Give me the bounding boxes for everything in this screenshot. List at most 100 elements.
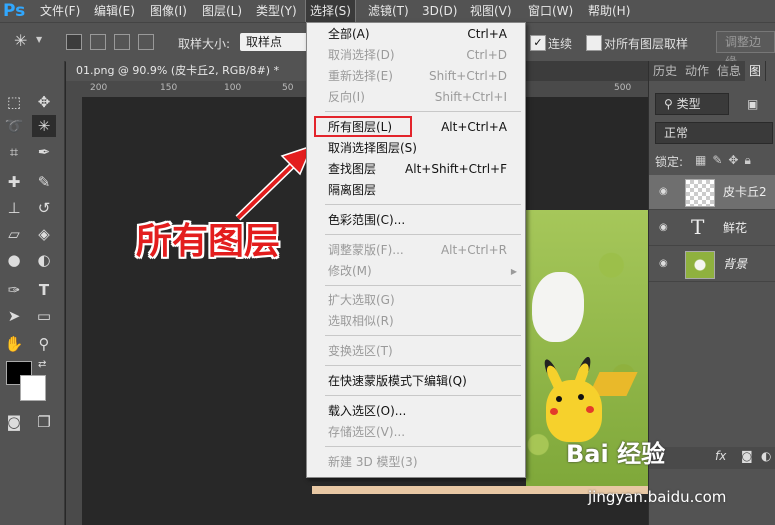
- menu-item-quick-mask[interactable]: 在快速蒙版模式下编辑(Q): [307, 371, 525, 392]
- menu-item-reselect[interactable]: 重新选择(E) Shift+Ctrl+D: [307, 66, 525, 87]
- menu-3d[interactable]: 3D(D): [418, 0, 461, 22]
- paint-bucket-icon[interactable]: ◈: [32, 223, 56, 245]
- fx-button[interactable]: fx: [715, 449, 726, 463]
- menu-item-modify[interactable]: 修改(M) ▶: [307, 261, 525, 282]
- menu-file[interactable]: 文件(F): [36, 0, 84, 22]
- magic-wand-icon[interactable]: ✳: [14, 31, 27, 50]
- blend-mode-select[interactable]: 正常: [655, 122, 773, 144]
- menu-separator: [325, 395, 521, 396]
- text-layer-icon: T: [691, 215, 705, 239]
- history-brush-icon[interactable]: ↺: [32, 197, 56, 219]
- ruler-tick-label: 50: [282, 83, 294, 93]
- hand-icon[interactable]: ✋: [2, 333, 26, 355]
- eyedropper-icon[interactable]: ✒: [32, 141, 56, 163]
- eye-icon[interactable]: ◉: [659, 258, 671, 270]
- document-tab[interactable]: 01.png @ 90.9% (皮卡丘2, RGB/8#) *: [66, 61, 316, 81]
- menu-separator: [325, 204, 521, 205]
- layer-thumbnail: [685, 251, 715, 279]
- menu-help[interactable]: 帮助(H): [584, 0, 634, 22]
- sample-size-select[interactable]: 取样点: [240, 33, 310, 51]
- clone-stamp-icon[interactable]: ⊥: [2, 197, 26, 219]
- menu-window[interactable]: 窗口(W): [524, 0, 577, 22]
- menu-edit[interactable]: 编辑(E): [90, 0, 139, 22]
- swap-colors-icon[interactable]: ⇄: [38, 359, 46, 370]
- menu-select[interactable]: 选择(S): [305, 0, 356, 23]
- menu-filter[interactable]: 滤镜(T): [364, 0, 413, 22]
- tab-info[interactable]: 信息: [713, 61, 747, 81]
- menu-item-find-layers[interactable]: 查找图层 Alt+Shift+Ctrl+F: [307, 159, 525, 180]
- brush-icon[interactable]: ✎: [32, 171, 56, 193]
- menu-layer[interactable]: 图层(L): [198, 0, 246, 22]
- menu-separator: [325, 365, 521, 366]
- intersect-selection-icon[interactable]: [138, 34, 154, 50]
- menu-item-deselect[interactable]: 取消选择(D) Ctrl+D: [307, 45, 525, 66]
- menu-item-transform-selection[interactable]: 变换选区(T): [307, 341, 525, 362]
- pikachu-eye: [556, 396, 562, 402]
- menu-item-similar[interactable]: 选取相似(R): [307, 311, 525, 332]
- move-icon[interactable]: ✥: [32, 91, 56, 113]
- all-layers-checkbox[interactable]: [586, 35, 602, 51]
- new-selection-icon[interactable]: [66, 34, 82, 50]
- dodge-icon[interactable]: ◐: [32, 249, 56, 271]
- standard-mode-icon[interactable]: ◙: [2, 411, 26, 433]
- menu-item-all[interactable]: 全部(A) Ctrl+A: [307, 24, 525, 45]
- ruler-tick-label: 100: [224, 83, 242, 93]
- refine-edge-button[interactable]: 调整边缘: [716, 31, 775, 69]
- layer-row[interactable]: ◉ 皮卡丘2: [649, 175, 775, 210]
- kind-filter-select[interactable]: ⚲ 类型: [655, 93, 729, 115]
- screen-mode-icon[interactable]: ❐: [32, 411, 56, 433]
- path-selection-icon[interactable]: ➤: [2, 305, 26, 327]
- menu-item-new-3d-model[interactable]: 新建 3D 模型(3): [307, 452, 525, 473]
- menu-item-load-selection[interactable]: 载入选区(O)...: [307, 401, 525, 422]
- layer-name: 鲜花: [723, 221, 748, 235]
- layers-panel: 历史 动作 信息 图 ⚲ 类型 ▣ 正常 锁定: ▦✎✥🔒︎ ◉ 皮卡丘2 ◉ …: [648, 61, 775, 525]
- menu-separator: [325, 335, 521, 336]
- tab-layers[interactable]: 图: [745, 61, 767, 81]
- tab-history[interactable]: 历史: [649, 61, 683, 81]
- menu-type[interactable]: 类型(Y): [252, 0, 301, 22]
- magic-wand-tool-icon[interactable]: ✳: [32, 115, 56, 137]
- menu-item-grow[interactable]: 扩大选取(G): [307, 290, 525, 311]
- menu-item-isolate-layers[interactable]: 隔离图层: [307, 180, 525, 201]
- layer-row[interactable]: ◉ T 鲜花: [649, 211, 775, 246]
- lock-options-icon[interactable]: ▦✎✥🔒︎: [695, 153, 757, 168]
- ruler-tick-label: 150: [160, 83, 178, 93]
- type-tool-icon[interactable]: T: [32, 279, 56, 301]
- mask-icon[interactable]: ◙: [741, 449, 753, 463]
- image-filter-icon[interactable]: ▣: [747, 97, 758, 111]
- subtract-selection-icon[interactable]: [114, 34, 130, 50]
- layer-row[interactable]: ◉ 背景: [649, 247, 775, 282]
- pikachu-cheek: [586, 406, 594, 413]
- adjustment-icon[interactable]: ◐: [761, 449, 771, 463]
- search-icon: ⚲: [664, 97, 677, 111]
- ruler-tick-label: 500: [614, 83, 632, 93]
- lock-label: 锁定:: [655, 155, 684, 169]
- menu-image[interactable]: 图像(I): [146, 0, 191, 22]
- lasso-icon[interactable]: ➰: [2, 115, 26, 137]
- zoom-icon[interactable]: ⚲: [32, 333, 56, 355]
- chevron-down-icon[interactable]: ▼: [36, 35, 42, 44]
- contiguous-checkbox[interactable]: ✓: [530, 35, 546, 51]
- background-color-swatch[interactable]: [20, 375, 46, 401]
- eye-icon[interactable]: ◉: [659, 222, 671, 234]
- eraser-icon[interactable]: ▱: [2, 223, 26, 245]
- vertical-ruler: [66, 97, 82, 525]
- menu-item-save-selection[interactable]: 存储选区(V)...: [307, 422, 525, 443]
- annotation-arrow: [235, 144, 314, 221]
- crop-icon[interactable]: ⌗: [2, 141, 26, 163]
- healing-brush-icon[interactable]: ✚: [2, 171, 26, 193]
- menu-item-refine-mask[interactable]: 调整蒙版(F)... Alt+Ctrl+R: [307, 240, 525, 261]
- menu-item-color-range[interactable]: 色彩范围(C)...: [307, 210, 525, 231]
- menu-view[interactable]: 视图(V): [466, 0, 516, 22]
- menu-item-deselect-layers[interactable]: 取消选择图层(S): [307, 138, 525, 159]
- add-selection-icon[interactable]: [90, 34, 106, 50]
- menu-separator: [325, 234, 521, 235]
- pen-icon[interactable]: ✑: [2, 279, 26, 301]
- eye-icon[interactable]: ◉: [659, 186, 671, 198]
- select-menu-dropdown: 全部(A) Ctrl+A 取消选择(D) Ctrl+D 重新选择(E) Shift+C…: [306, 22, 526, 478]
- rectangle-icon[interactable]: ▭: [32, 305, 56, 327]
- tab-actions[interactable]: 动作: [681, 61, 715, 81]
- marquee-icon[interactable]: ⬚: [2, 91, 26, 113]
- blur-icon[interactable]: ●: [2, 249, 26, 271]
- menu-item-inverse[interactable]: 反向(I) Shift+Ctrl+I: [307, 87, 525, 108]
